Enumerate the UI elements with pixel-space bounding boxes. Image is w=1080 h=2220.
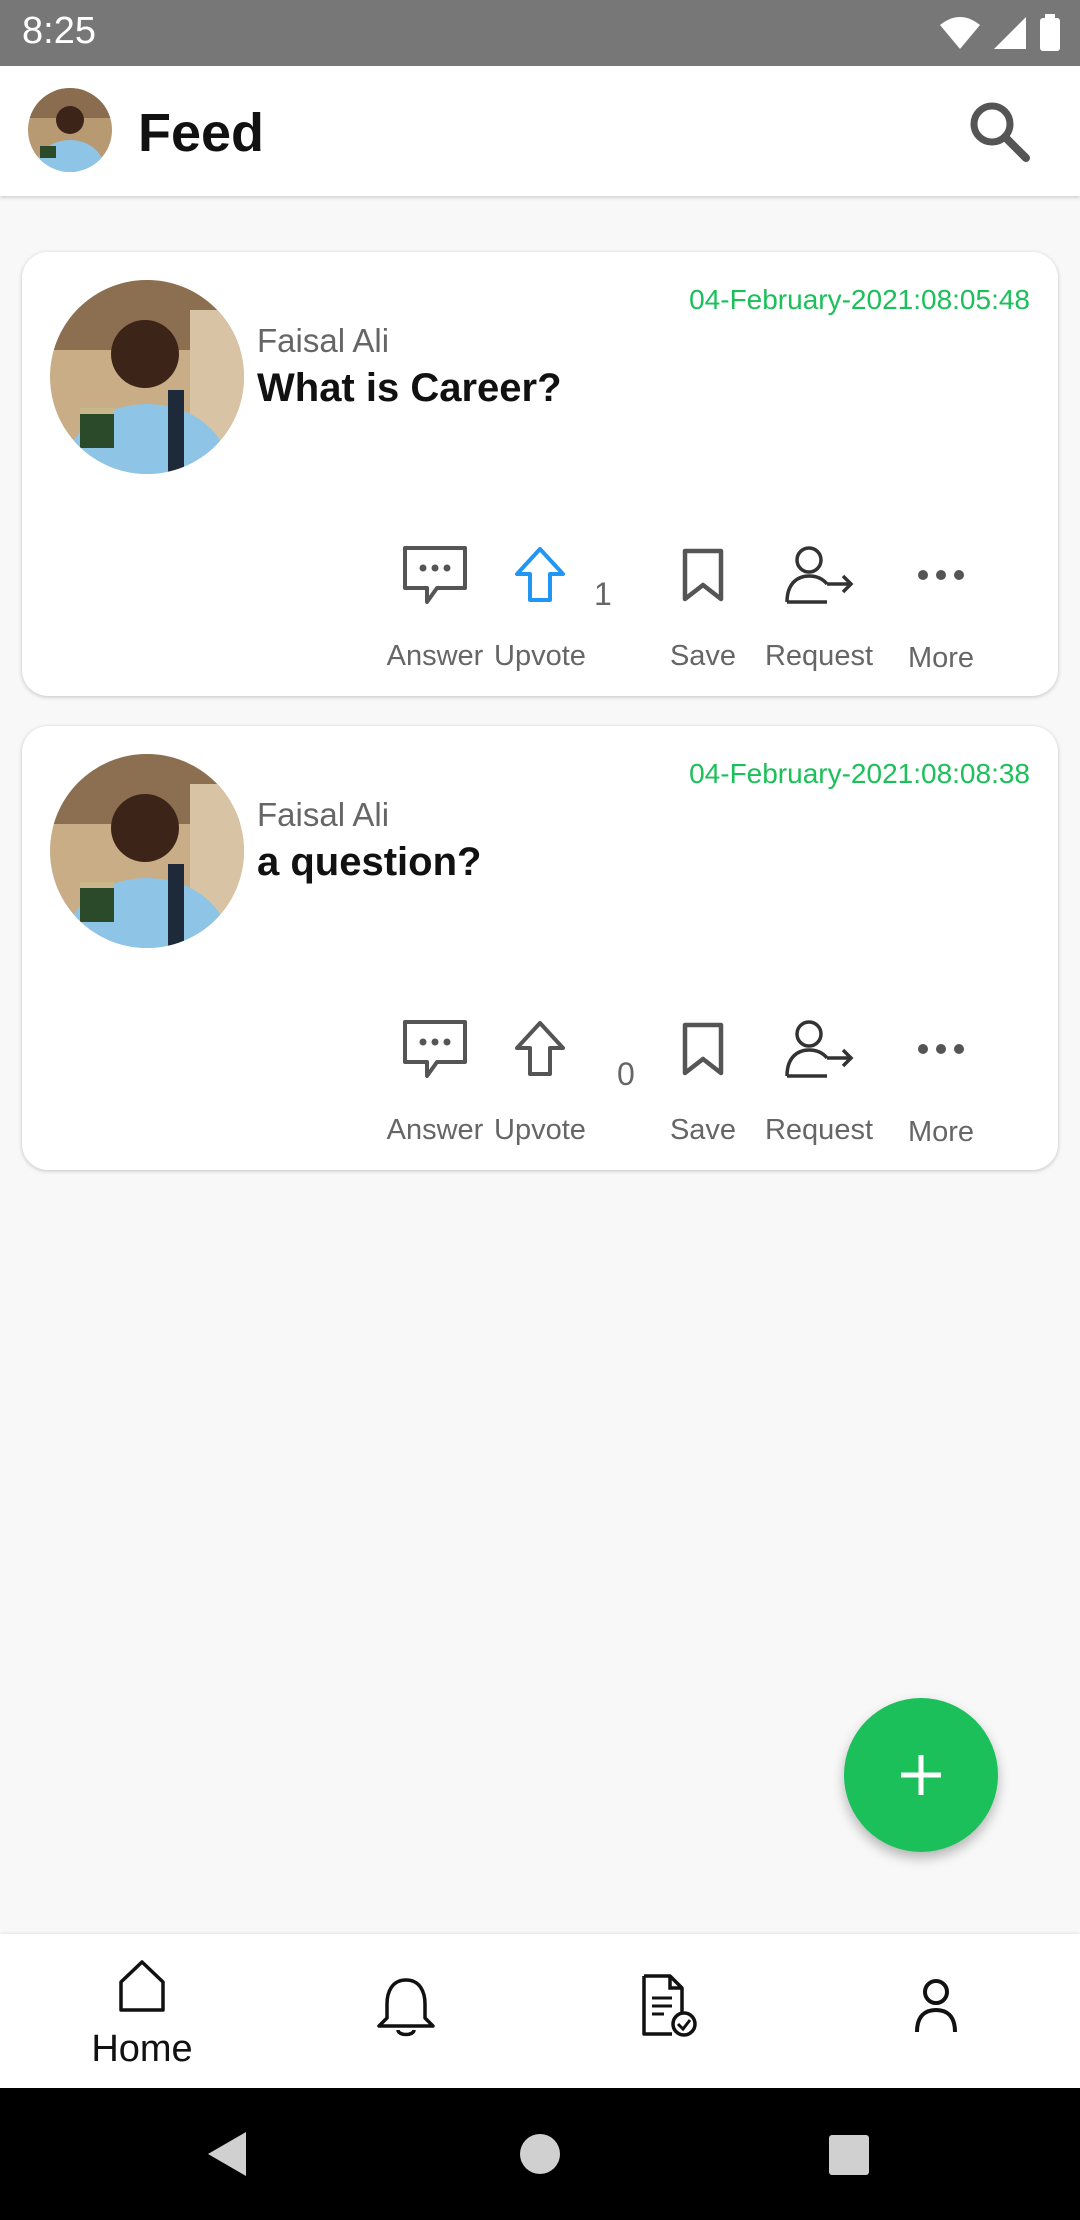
nav-home[interactable]: Home [32,1934,252,2088]
more-label: More [907,1116,975,1148]
question-title[interactable]: What is Career? [257,366,562,411]
author-name[interactable]: Faisal Ali [257,322,389,360]
status-time: 8:25 [22,10,96,52]
back-icon[interactable] [204,2130,250,2178]
upvote-label: Upvote [494,640,586,672]
page-title: Feed [138,103,265,163]
comment-icon [403,546,467,604]
nav-home-label: Home [91,2028,193,2070]
upvote-label: Upvote [494,1114,586,1146]
more-label: More [907,642,975,674]
author-avatar[interactable] [50,280,244,474]
user-request-icon [785,1020,854,1078]
nav-profile[interactable] [826,1934,1046,2088]
status-bar: 8:25 [0,0,1080,66]
more-dots-icon [918,570,964,580]
bookmark-icon [682,1022,724,1076]
upvote-arrow-icon [515,1021,565,1076]
question-title[interactable]: a question? [257,840,481,885]
add-question-button[interactable] [844,1698,998,1852]
nav-notifications[interactable] [296,1934,516,2088]
post-timestamp: 04-February-2021:08:08:38 [689,758,1030,789]
plus-icon [901,1755,941,1795]
profile-avatar[interactable] [28,88,112,172]
person-icon [915,1979,957,2033]
upvote-arrow-icon [515,547,565,602]
signal-icon [994,17,1026,49]
home-circle-icon[interactable] [518,2132,562,2176]
wifi-icon [940,17,980,49]
app-bar: Feed [0,66,1080,196]
post-card[interactable]: Faisal Ali What is Career? 04-February-2… [22,252,1058,696]
post-card[interactable]: Faisal Ali a question? 04-February-2021:… [22,726,1058,1170]
bell-icon [377,1978,435,2037]
search-icon[interactable] [964,96,1034,166]
bottom-nav: Home [0,1934,1080,2088]
more-dots-icon [918,1044,964,1054]
nav-my-questions[interactable] [560,1934,780,2088]
home-icon [119,1960,165,2012]
system-icons [938,14,1062,52]
upvote-count: 1 [594,576,612,612]
user-request-icon [785,546,854,604]
upvote-count: 0 [617,1056,635,1092]
more-button[interactable]: More [876,1010,1006,1150]
post-timestamp: 04-February-2021:08:05:48 [689,284,1030,315]
more-button[interactable]: More [876,536,1006,676]
bookmark-icon [682,548,724,602]
upvote-button[interactable]: Upvote [475,536,605,676]
author-avatar[interactable] [50,754,244,948]
recents-icon[interactable] [828,2134,870,2176]
upvote-button[interactable]: Upvote [475,1010,605,1150]
document-check-icon [642,1974,697,2037]
author-name[interactable]: Faisal Ali [257,796,389,834]
system-nav-bar [0,2088,1080,2220]
comment-icon [403,1020,467,1078]
battery-icon [1040,14,1060,51]
